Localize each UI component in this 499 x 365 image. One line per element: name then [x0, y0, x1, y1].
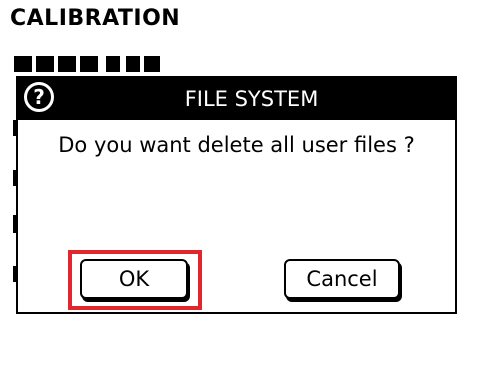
- ok-button[interactable]: OK: [80, 259, 188, 299]
- dialog-message: Do you want delete all user files ?: [58, 133, 415, 157]
- dialog-header: ? FILE SYSTEM: [18, 78, 455, 120]
- page-title: CALIBRATION: [10, 6, 181, 31]
- cancel-button[interactable]: Cancel: [284, 259, 400, 299]
- hidden-menu-item: [14, 56, 164, 72]
- dialog-title: FILE SYSTEM: [184, 87, 319, 111]
- calibration-screen: CALIBRATION ? FILE SYSTEM Do you want de…: [0, 0, 499, 365]
- file-system-dialog: ? FILE SYSTEM Do you want delete all use…: [16, 76, 457, 314]
